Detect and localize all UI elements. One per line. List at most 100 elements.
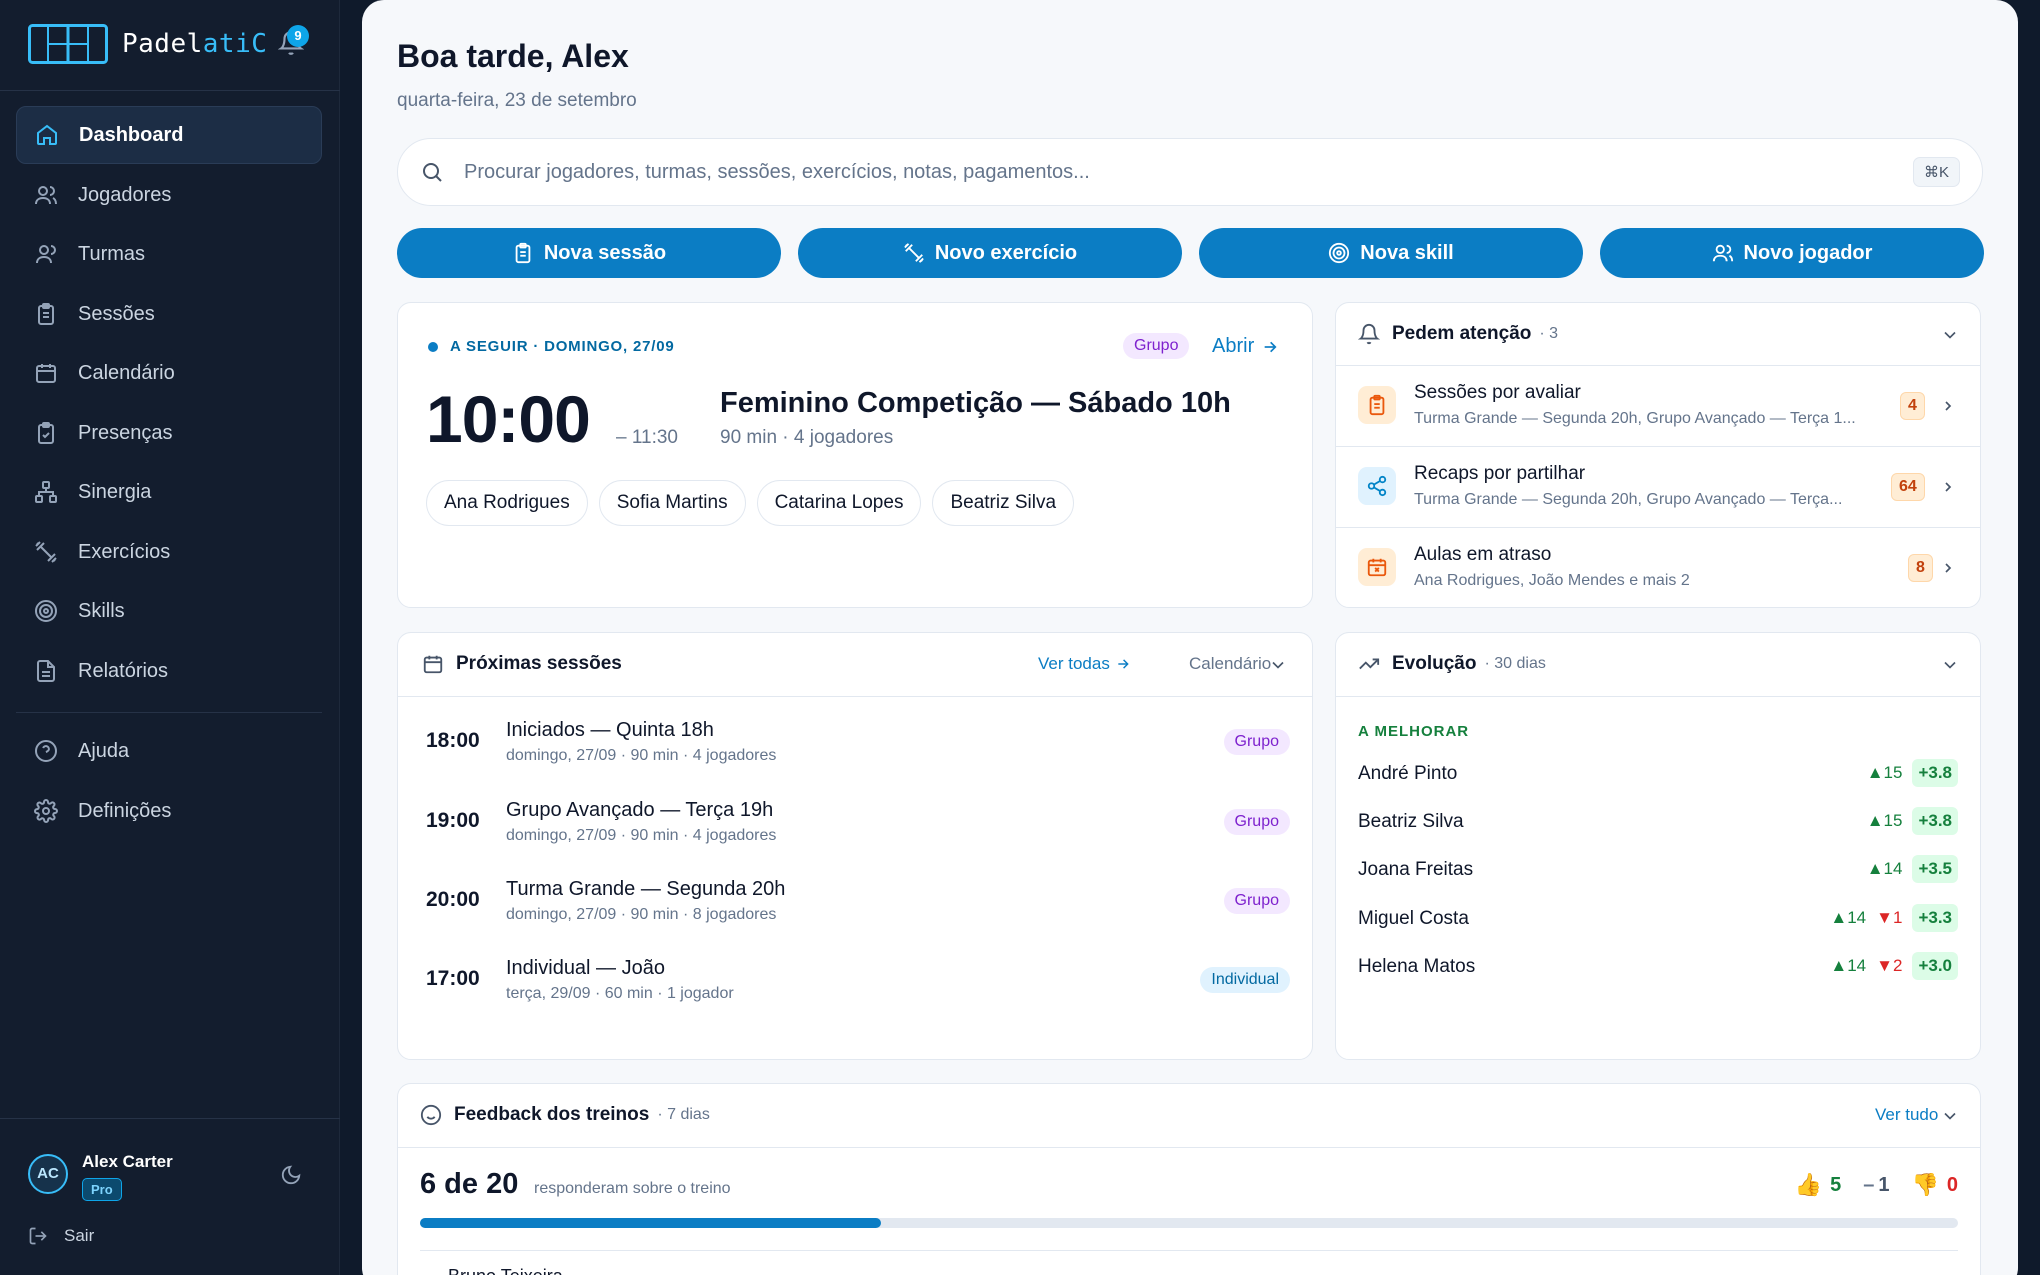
player-name: Helena Matos — [1358, 956, 1476, 977]
session-meta: domingo, 27/09 · 90 min · 8 jogadores — [506, 906, 777, 923]
chevron-down-icon[interactable] — [1268, 655, 1288, 675]
search-shortcut: ⌘K — [1912, 157, 1960, 187]
nav-label: Sinergia — [78, 480, 152, 503]
nav-item-definicoes[interactable]: Definições — [16, 782, 322, 840]
dumbbell-icon — [904, 243, 924, 263]
attention-item[interactable]: Recaps por partilhar Turma Grande — Segu… — [1336, 447, 1980, 527]
new-session-button[interactable]: Nova sessão — [397, 228, 781, 278]
chevron-down-icon[interactable] — [1940, 325, 1960, 345]
brand-logo[interactable]: PadelatiC — [28, 24, 267, 64]
evolution-row[interactable]: Beatriz Silva ▲15 +3.8 — [1358, 803, 1958, 843]
evolution-title: Evolução — [1392, 653, 1477, 674]
divider — [398, 696, 1312, 697]
chevron-right-icon — [1945, 563, 1952, 573]
trending-up-icon — [1359, 658, 1380, 670]
calendar-link[interactable]: Calendário — [1189, 654, 1271, 674]
evolution-row[interactable]: Miguel Costa ▲14 ▼1 +3.3 — [1358, 900, 1958, 940]
nav-item-ajuda[interactable]: Ajuda — [16, 722, 322, 780]
attention-title: Pedem atenção — [1392, 323, 1532, 344]
home-icon — [37, 124, 57, 145]
next-session-date: A SEGUIR · DOMINGO, 27/09 — [450, 338, 675, 355]
evolution-row[interactable]: André Pinto ▲15 +3.8 — [1358, 755, 1958, 795]
new-player-button[interactable]: Novo jogador — [1600, 228, 1984, 278]
nav-item-jogadores[interactable]: Jogadores — [16, 166, 322, 224]
search-input[interactable]: Procurar jogadores, turmas, sessões, exe… — [464, 161, 1090, 184]
nav-label: Turmas — [78, 242, 146, 265]
nav-item-relatorios[interactable]: Relatórios — [16, 642, 322, 700]
score-gain: +3.3 — [1912, 904, 1958, 932]
evolution-row[interactable]: Joana Freitas ▲14 +3.5 — [1358, 851, 1958, 891]
upcoming-sessions-card: Próximas sessões Ver todas Calendário 18… — [397, 632, 1313, 1060]
network-icon — [35, 481, 57, 503]
attention-item-sub: Turma Grande — Segunda 20h, Grupo Avança… — [1414, 491, 1843, 508]
session-row[interactable]: 20:00 Turma Grande — Segunda 20h domingo… — [398, 864, 1312, 944]
score-gain: +3.5 — [1912, 855, 1958, 883]
user-profile[interactable]: AC Alex Carter Pro — [28, 1152, 173, 1201]
upcoming-header: Próximas sessões — [422, 633, 622, 695]
nav-item-dashboard[interactable]: Dashboard — [16, 106, 322, 164]
player-chip[interactable]: Sofia Martins — [598, 480, 746, 526]
responded-label: responderam sobre o treino — [534, 1180, 731, 1197]
session-start-time: 10:00 — [426, 382, 591, 456]
evolution-row[interactable]: Helena Matos ▲14 ▼2 +3.0 — [1358, 948, 1958, 988]
session-time: 20:00 — [426, 888, 480, 911]
player-name: Joana Freitas — [1358, 859, 1474, 880]
feedback-card: Feedback dos treinos · 7 dias Ver tudo 6 … — [397, 1083, 1981, 1275]
session-meta: domingo, 27/09 · 90 min · 4 jogadores — [506, 827, 777, 844]
score-gain: +3.8 — [1912, 759, 1958, 787]
session-row[interactable]: 18:00 Iniciados — Quinta 18h domingo, 27… — [398, 705, 1312, 785]
attention-item-sub: Ana Rodrigues, João Mendes e mais 2 — [1414, 572, 1690, 589]
attention-item-sub: Turma Grande — Segunda 20h, Grupo Avança… — [1414, 410, 1856, 427]
thumbs-up-icon: 👍 — [1794, 1172, 1823, 1197]
session-row[interactable]: 19:00 Grupo Avançado — Terça 19h domingo… — [398, 785, 1312, 865]
nav-label: Ajuda — [78, 739, 130, 762]
negative-count: 0 — [1946, 1173, 1958, 1196]
chevron-down-icon[interactable] — [1940, 655, 1960, 675]
chevron-down-icon[interactable] — [1940, 1106, 1960, 1126]
score-gain: +3.0 — [1912, 952, 1958, 980]
attention-item[interactable]: Sessões por avaliar Turma Grande — Segun… — [1336, 366, 1980, 446]
user-icon — [36, 245, 56, 264]
session-row[interactable]: 17:00 Individual — João terça, 29/09 · 6… — [398, 943, 1312, 1023]
moon-icon[interactable] — [280, 1164, 302, 1186]
improved-count: ▲14 — [1830, 908, 1867, 927]
divider — [420, 1250, 1958, 1251]
feedback-period: · 7 dias — [657, 1106, 710, 1123]
target-icon — [35, 600, 57, 622]
logout-icon — [29, 1227, 47, 1245]
chevron-right-icon — [1945, 401, 1952, 411]
button-label: Nova sessão — [543, 241, 667, 264]
session-title: Individual — João — [506, 957, 665, 979]
new-skill-button[interactable]: Nova skill — [1199, 228, 1583, 278]
open-session-link[interactable]: Abrir — [1212, 335, 1278, 358]
player-chip[interactable]: Ana Rodrigues — [426, 480, 588, 526]
nav-item-turmas[interactable]: Turmas — [16, 225, 322, 283]
view-all-feedback-link[interactable]: Ver tudo — [1875, 1105, 1938, 1125]
sidebar: PadelatiC 9 Dashboard Jogadores Turmas S… — [0, 0, 340, 1275]
session-title: Iniciados — Quinta 18h — [506, 719, 714, 741]
view-all-sessions-link[interactable]: Ver todas — [1038, 654, 1130, 674]
player-chip[interactable]: Beatriz Silva — [932, 480, 1075, 526]
nav-item-presencas[interactable]: Presenças — [16, 404, 322, 462]
feedback-item-name[interactable]: Bruno Teixeira — [448, 1266, 563, 1275]
user-name: Alex Carter — [82, 1152, 173, 1171]
attention-item-title: Sessões por avaliar — [1414, 382, 1581, 403]
court-logo-icon — [28, 24, 108, 64]
feedback-title: Feedback dos treinos — [454, 1104, 650, 1125]
nav-item-sessoes[interactable]: Sessões — [16, 285, 322, 343]
logout-button[interactable]: Sair — [28, 1226, 94, 1246]
nav-item-skills[interactable]: Skills — [16, 582, 322, 640]
calendar-x-icon — [1358, 548, 1396, 586]
brand-name: PadelatiC — [122, 29, 267, 59]
nav-divider — [16, 712, 322, 713]
nav-item-exercicios[interactable]: Exercícios — [16, 523, 322, 581]
status-dot — [428, 341, 438, 352]
nav-item-calendario[interactable]: Calendário — [16, 344, 322, 402]
nav-item-sinergia[interactable]: Sinergia — [16, 463, 322, 521]
new-exercise-button[interactable]: Novo exercício — [798, 228, 1182, 278]
brand-name-part2: atiC — [202, 29, 268, 59]
improved-count: ▲14 — [1866, 859, 1903, 878]
search-bar[interactable]: Procurar jogadores, turmas, sessões, exe… — [397, 138, 1983, 206]
attention-item[interactable]: Aulas em atraso Ana Rodrigues, João Mend… — [1336, 528, 1980, 608]
player-chip[interactable]: Catarina Lopes — [756, 480, 922, 526]
